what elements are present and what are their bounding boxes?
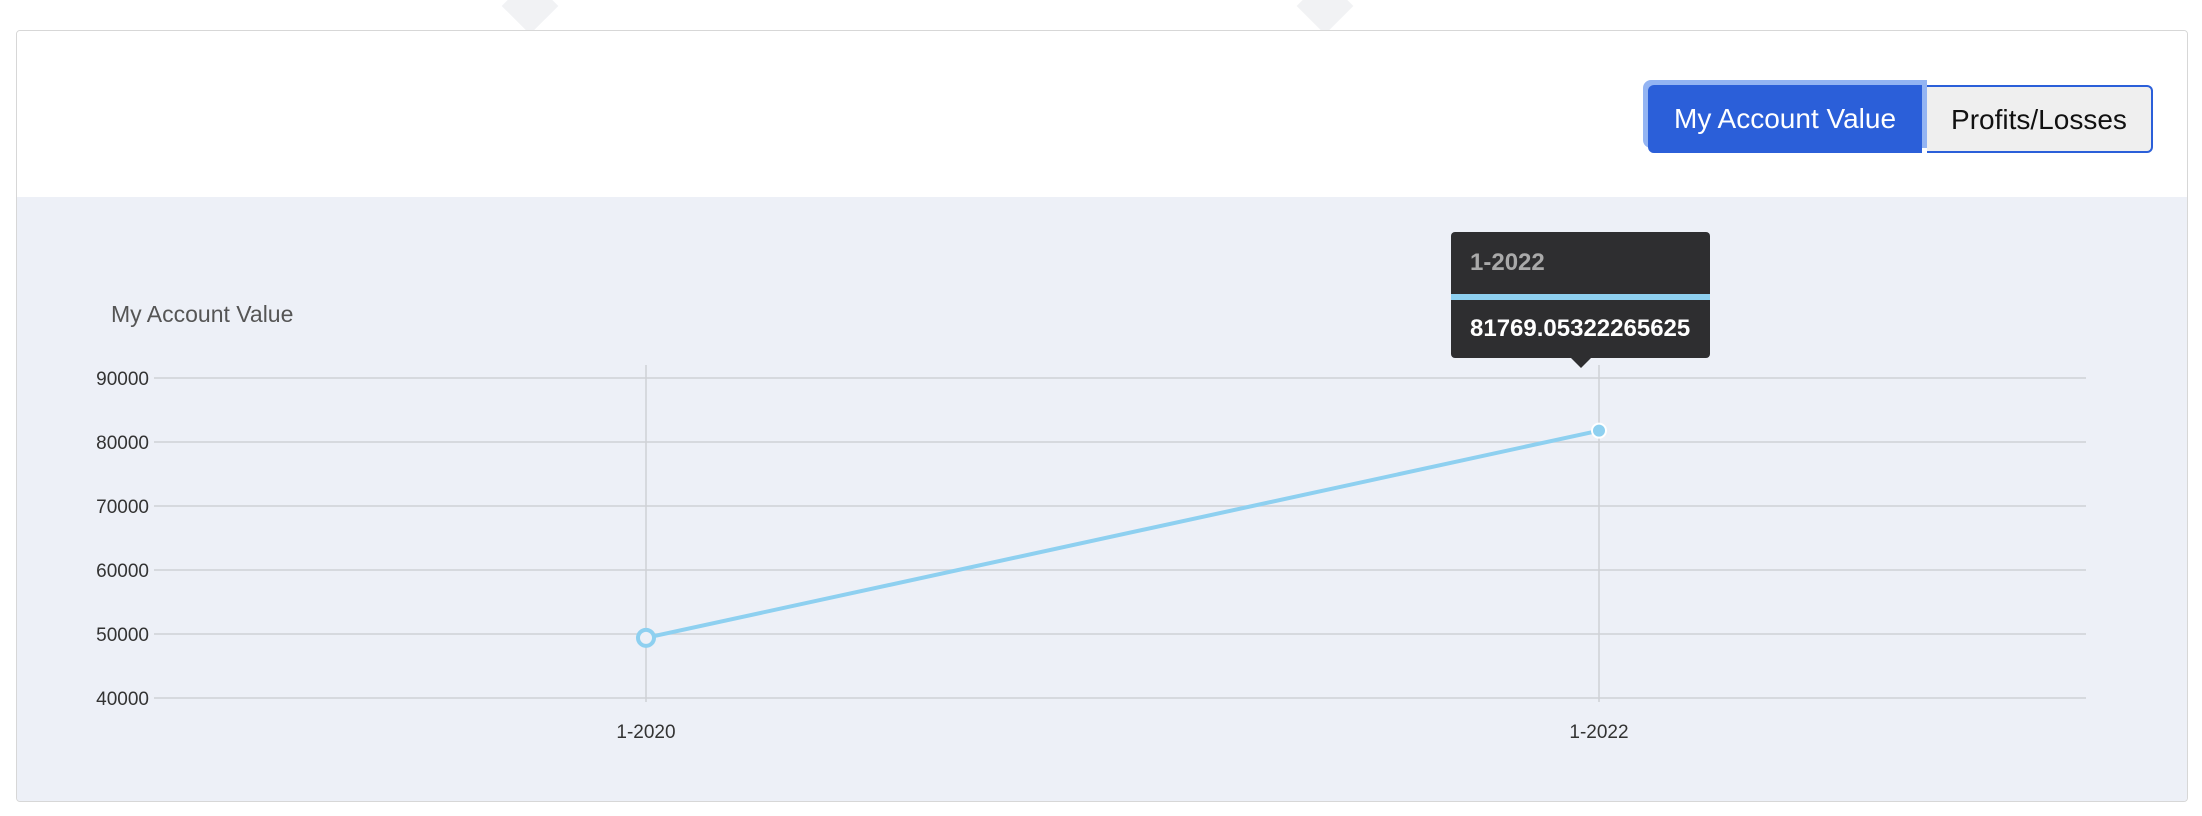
profits-losses-button[interactable]: Profits/Losses	[1927, 85, 2153, 153]
y-tick-label: 80000	[96, 433, 149, 454]
y-tick-label: 90000	[96, 369, 149, 390]
my-account-value-button[interactable]: My Account Value	[1648, 85, 1923, 153]
page: My Account Value Profits/Losses My Accou…	[0, 0, 2202, 816]
chart-title: My Account Value	[111, 301, 293, 327]
y-tick-label: 60000	[96, 561, 149, 582]
x-tick-label: 1-2022	[1569, 722, 1628, 743]
y-tick-label: 70000	[96, 497, 149, 518]
active-toggle-focus-ring: My Account Value	[1643, 80, 1928, 153]
series-line	[645, 428, 1600, 640]
chart-toggle-group: My Account Value Profits/Losses	[1643, 80, 2153, 153]
tooltip-caret	[1571, 358, 1591, 368]
y-tick-label: 40000	[96, 689, 149, 710]
y-tick-label: 50000	[96, 625, 149, 646]
data-point	[1591, 422, 1607, 439]
data-point	[636, 627, 656, 648]
line-chart: My Account Value 90000 80000 70000 60000 5000…	[96, 301, 2086, 743]
x-tick-label: 1-2020	[616, 722, 675, 743]
tooltip-title: 1-2022	[1470, 249, 1545, 276]
chart-tooltip: 1-2022 81769.05322265625	[1451, 232, 1710, 368]
account-value-card: My Account Value Profits/Losses My Accou…	[16, 30, 2188, 802]
card-header: My Account Value Profits/Losses	[17, 31, 2187, 197]
tooltip-value: 81769.05322265625	[1470, 315, 1691, 342]
chart-area: My Account Value 90000 80000 70000 60000 5000…	[17, 197, 2187, 801]
